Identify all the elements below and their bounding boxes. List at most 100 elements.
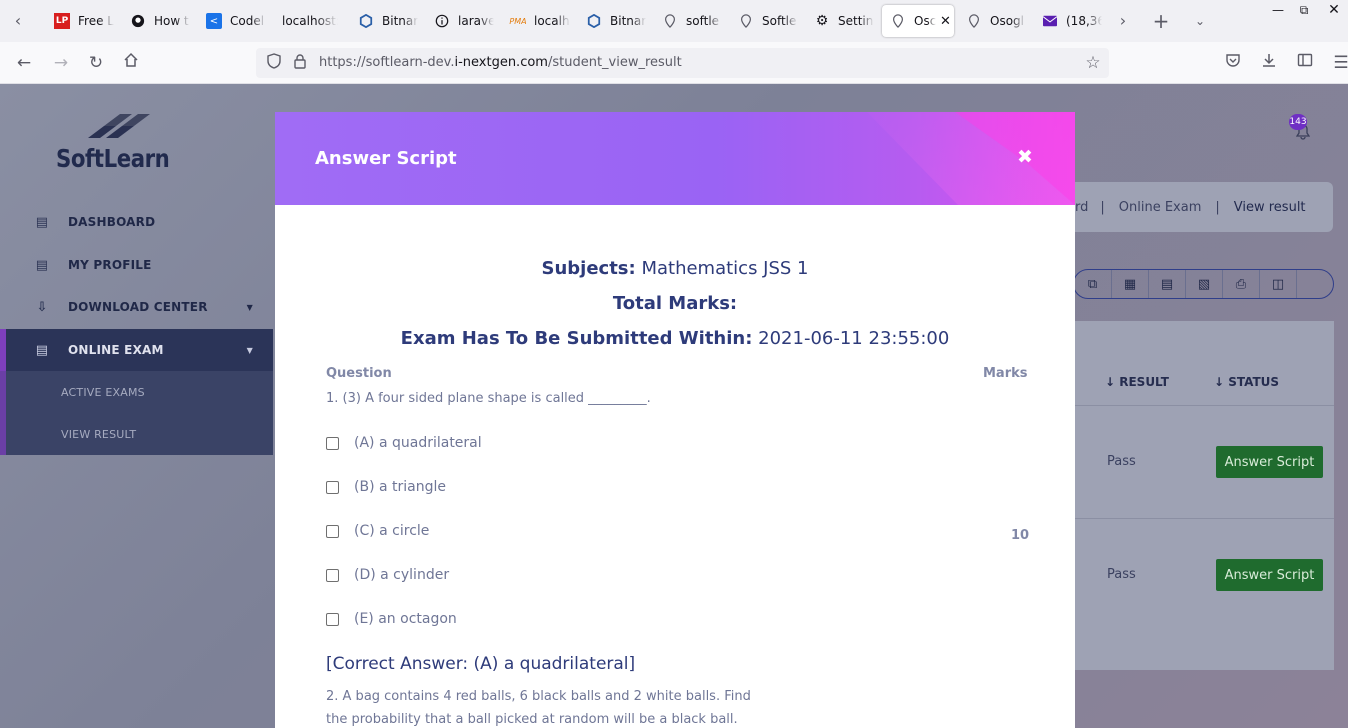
sidebar-toggle-icon[interactable] xyxy=(1294,52,1316,74)
copy-icon[interactable]: ⧉ xyxy=(1074,270,1111,298)
home-icon[interactable] xyxy=(120,52,142,74)
option-checkbox[interactable] xyxy=(326,524,339,538)
notification-badge[interactable]: 143 xyxy=(1289,114,1307,130)
option-checkbox[interactable] xyxy=(326,436,339,450)
deadline-line: Exam Has To Be Submitted Within: 2021-06… xyxy=(275,328,1075,349)
print-icon[interactable]: ⎙ xyxy=(1222,270,1259,298)
deadline-value: 2021-06-11 23:55:00 xyxy=(758,328,950,349)
result-cell: Pass xyxy=(1107,454,1136,469)
option-checkbox[interactable] xyxy=(326,612,339,626)
new-tab-icon[interactable]: + xyxy=(1150,10,1172,32)
option-b[interactable]: (B) a triangle xyxy=(326,477,446,497)
table-header-result[interactable]: ↓ RESULT xyxy=(1105,375,1169,389)
option-label: (D) a cylinder xyxy=(354,567,450,583)
sidebar-subitem-active-exams[interactable]: ACTIVE EXAMS xyxy=(0,371,273,413)
export-toolbar: ⧉ ▦ ▤ ▧ ⎙ ◫ xyxy=(1073,269,1334,299)
phpmyadmin-icon: PMA xyxy=(509,16,527,26)
pdf-icon[interactable]: ▧ xyxy=(1185,270,1222,298)
restore-icon[interactable]: ⧉ xyxy=(1290,0,1318,20)
breadcrumb-item[interactable]: Online Exam xyxy=(1119,200,1202,215)
excel-icon[interactable]: ▦ xyxy=(1111,270,1148,298)
profile-icon: ▤ xyxy=(35,257,49,273)
sidebar-subitem-label: VIEW RESULT xyxy=(61,427,137,441)
deadline-label: Exam Has To Be Submitted Within: xyxy=(400,328,753,349)
tab-label: Osc xyxy=(914,14,936,28)
sidebar-item-label: DOWNLOAD CENTER xyxy=(68,300,208,314)
sidebar-item-my-profile[interactable]: ▤ MY PROFILE xyxy=(0,244,273,286)
answer-script-button[interactable]: Answer Script xyxy=(1216,559,1323,591)
tab-label: larave xyxy=(458,14,494,28)
dashboard-icon: ▤ xyxy=(35,214,49,230)
toolbar-spacer xyxy=(1296,270,1333,298)
pin-icon xyxy=(662,13,678,29)
browser-tab[interactable]: larave xyxy=(426,5,498,37)
downloads-icon[interactable] xyxy=(1258,52,1280,74)
option-label: (E) an octagon xyxy=(354,611,457,627)
option-c[interactable]: (C) a circle xyxy=(326,521,429,541)
browser-tab[interactable]: < Codel xyxy=(198,5,270,37)
github-icon xyxy=(130,13,146,29)
pocket-icon[interactable] xyxy=(1222,52,1244,74)
download-icon: ⇩ xyxy=(36,299,48,315)
shield-icon[interactable] xyxy=(264,53,284,73)
option-a[interactable]: (A) a quadrilateral xyxy=(326,433,482,453)
option-d[interactable]: (D) a cylinder xyxy=(326,565,449,585)
close-icon[interactable]: ✖ xyxy=(1017,146,1033,168)
close-window-icon[interactable]: ✕ xyxy=(1320,0,1348,20)
csv-icon[interactable]: ▤ xyxy=(1148,270,1185,298)
option-checkbox[interactable] xyxy=(326,480,339,494)
browser-tab-active[interactable]: Osc ✕ xyxy=(882,5,954,37)
breadcrumb-item[interactable]: rd xyxy=(1075,200,1088,215)
table-header-status[interactable]: ↓ STATUS xyxy=(1214,375,1279,389)
browser-tab[interactable]: localhost: xyxy=(274,5,346,37)
forward-icon[interactable]: → xyxy=(50,52,72,74)
pin-icon xyxy=(966,13,982,29)
browser-tab[interactable]: (18,36 xyxy=(1034,5,1106,37)
option-label: (B) a triangle xyxy=(354,479,446,495)
sidebar-item-label: MY PROFILE xyxy=(68,258,152,272)
app-logo[interactable]: SoftLearn xyxy=(56,110,186,180)
browser-tab[interactable]: How t xyxy=(122,5,194,37)
total-marks-line: Total Marks: xyxy=(275,293,1075,314)
chevron-down-icon: ▼ xyxy=(246,345,253,355)
list-tabs-icon[interactable]: ⌄ xyxy=(1189,10,1211,32)
question-marks: 10 xyxy=(1011,528,1030,543)
browser-tab[interactable]: Softle xyxy=(730,5,802,37)
browser-tab[interactable]: Bitnar xyxy=(350,5,422,37)
sidebar-subitem-label: ACTIVE EXAMS xyxy=(61,385,145,399)
tab-scroll-right-icon[interactable]: › xyxy=(1112,10,1134,32)
url-text[interactable]: https://softlearn-dev.i-nextgen.com/stud… xyxy=(319,55,682,70)
columns-icon[interactable]: ◫ xyxy=(1259,270,1296,298)
answer-script-button[interactable]: Answer Script xyxy=(1216,446,1323,478)
breadcrumb: rd | Online Exam | View result xyxy=(1075,182,1333,232)
lock-icon[interactable] xyxy=(290,53,310,73)
browser-tab[interactable]: Bitnar xyxy=(578,5,650,37)
minimize-icon[interactable]: — xyxy=(1264,0,1292,20)
sidebar-item-dashboard[interactable]: ▤ DASHBOARD xyxy=(0,201,273,243)
sidebar-subitem-view-result[interactable]: VIEW RESULT xyxy=(0,413,273,455)
correct-answer: [Correct Answer: (A) a quadrilateral] xyxy=(326,654,636,674)
sidebar-item-download-center[interactable]: ⇩ DOWNLOAD CENTER ▼ xyxy=(0,286,273,328)
tab-label: Softle xyxy=(762,14,797,28)
browser-tab[interactable]: ⚙ Settin xyxy=(806,5,878,37)
reload-icon[interactable]: ↻ xyxy=(85,52,107,74)
menu-icon[interactable]: ☰ xyxy=(1330,52,1348,74)
browser-tab[interactable]: softle xyxy=(654,5,726,37)
option-checkbox[interactable] xyxy=(326,568,339,582)
question-text: 2. A bag contains 4 red balls, 6 black b… xyxy=(326,689,751,704)
logo-text: SoftLearn xyxy=(56,144,170,173)
sidebar-item-online-exam[interactable]: ▤ ONLINE EXAM ▼ xyxy=(0,329,273,371)
option-e[interactable]: (E) an octagon xyxy=(326,609,457,629)
browser-tab[interactable]: LP Free L xyxy=(46,5,118,37)
gear-icon: ⚙ xyxy=(815,13,829,29)
back-icon[interactable]: ← xyxy=(13,52,35,74)
browser-tab[interactable]: Osogl xyxy=(958,5,1030,37)
bookmark-star-icon[interactable]: ☆ xyxy=(1083,53,1103,73)
close-tab-icon[interactable]: ✕ xyxy=(940,14,951,29)
browser-tab-bar: ‹ LP Free L How t < Codel localhost: Bit… xyxy=(0,0,1348,42)
marks-column-header: Marks xyxy=(983,366,1028,381)
url-bar[interactable]: https://softlearn-dev.i-nextgen.com/stud… xyxy=(256,48,1109,78)
browser-tab[interactable]: PMA localh xyxy=(502,5,574,37)
option-label: (A) a quadrilateral xyxy=(354,435,482,451)
tab-scroll-left-icon[interactable]: ‹ xyxy=(8,10,28,32)
